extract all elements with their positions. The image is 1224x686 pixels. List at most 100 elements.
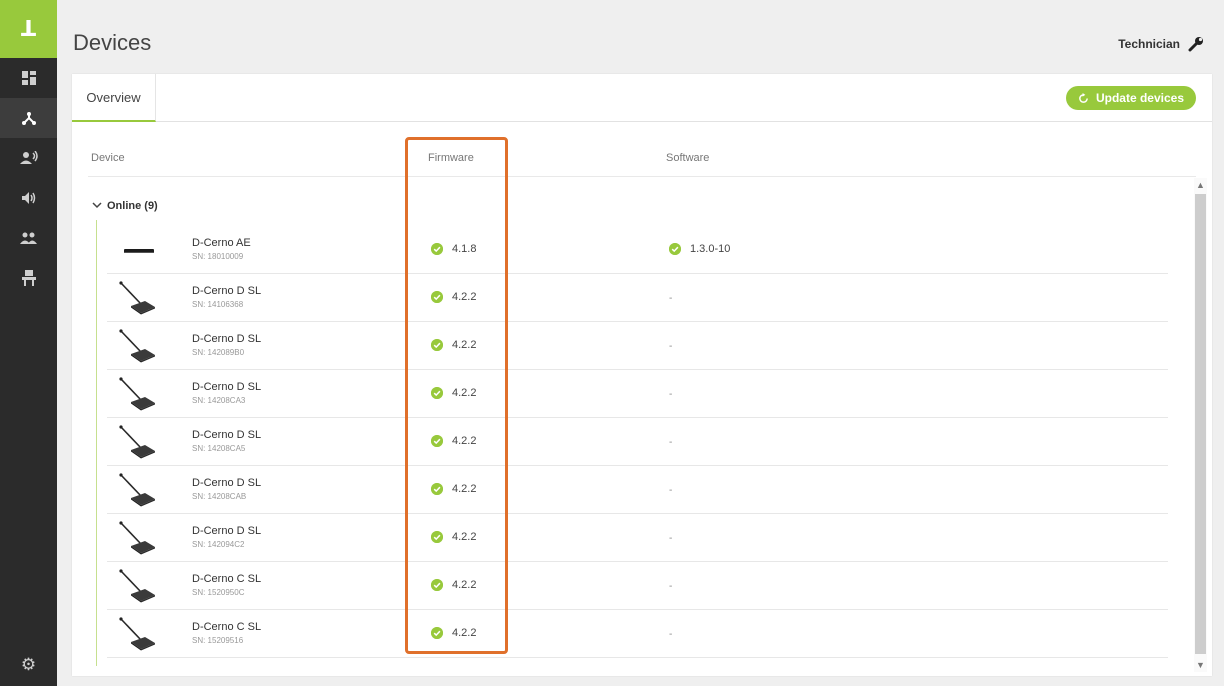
microphone-image: [117, 328, 161, 364]
device-name: D-Cerno D SL: [192, 429, 262, 441]
device-name: D-Cerno AE: [192, 237, 251, 249]
check-icon: [431, 387, 443, 399]
firmware-cell: 4.2.2: [431, 435, 476, 447]
check-icon: [669, 243, 681, 255]
tab-bar: Overview Update devices: [72, 74, 1212, 122]
column-header-firmware[interactable]: Firmware: [428, 152, 474, 164]
wrench-icon: [1188, 37, 1203, 52]
firmware-version: 4.2.2: [452, 339, 477, 351]
firmware-cell: 4.2.2: [431, 627, 476, 639]
microphone-image: [117, 520, 161, 556]
logo-icon[interactable]: ꓕ: [0, 0, 57, 58]
device-name: D-Cerno D SL: [192, 285, 262, 297]
check-icon: [431, 291, 443, 303]
table-row[interactable]: D-Cerno D SL SN: 14208CA5 4.2.2 -: [107, 418, 1168, 466]
device-name: D-Cerno C SL: [192, 621, 262, 633]
check-icon: [431, 339, 443, 351]
microphone-image: [117, 616, 161, 652]
header-divider: [88, 176, 1196, 177]
check-icon: [431, 531, 443, 543]
software-version: -: [669, 293, 673, 304]
user-role: Technician: [1118, 37, 1180, 51]
microphone-image: [117, 280, 161, 316]
check-icon: [431, 243, 443, 255]
microphone-image: [117, 472, 161, 508]
device-serial: SN: 142094C2: [192, 540, 245, 549]
firmware-version: 4.2.2: [452, 291, 477, 303]
microphone-image: [117, 376, 161, 412]
device-serial: SN: 14106368: [192, 300, 244, 309]
table-row[interactable]: D-Cerno D SL SN: 142094C2 4.2.2 -: [107, 514, 1168, 562]
dashboard-icon[interactable]: [0, 58, 57, 98]
tab-overview[interactable]: Overview: [72, 74, 156, 122]
sidebar: ꓕ ⚙: [0, 0, 57, 686]
update-devices-label: Update devices: [1095, 91, 1185, 105]
devices-panel: Overview Update devices Device Firmware …: [72, 74, 1212, 676]
firmware-cell: 4.2.2: [431, 531, 476, 543]
network-icon[interactable]: [0, 98, 57, 138]
users-icon[interactable]: [0, 218, 57, 258]
software-version: -: [669, 341, 673, 352]
check-icon: [431, 627, 443, 639]
device-serial: SN: 142089B0: [192, 348, 245, 357]
device-serial: SN: 14208CA3: [192, 396, 246, 405]
software-version: 1.3.0-10: [690, 243, 731, 255]
check-icon: [431, 483, 443, 495]
firmware-version: 4.2.2: [452, 579, 477, 591]
firmware-cell: 4.2.2: [431, 387, 476, 399]
scrollbar[interactable]: ▲ ▼: [1194, 178, 1207, 672]
scroll-up-icon[interactable]: ▲: [1194, 178, 1207, 192]
software-version: -: [669, 581, 673, 592]
group-label: Online (9): [107, 200, 158, 212]
firmware-cell: 4.2.2: [431, 483, 476, 495]
table-row[interactable]: D-Cerno D SL SN: 14208CAB 4.2.2 -: [107, 466, 1168, 514]
software-version: -: [669, 629, 673, 640]
table-row[interactable]: D-Cerno AE SN: 18010009 4.1.8 1.3.0-10: [107, 226, 1168, 274]
check-icon: [431, 579, 443, 591]
table-row[interactable]: D-Cerno D SL SN: 142089B0 4.2.2 -: [107, 322, 1168, 370]
scrollbar-thumb[interactable]: [1195, 194, 1206, 654]
audio-icon[interactable]: [0, 178, 57, 218]
software-version: -: [669, 437, 673, 448]
software-version: -: [669, 533, 673, 544]
firmware-cell: 4.2.2: [431, 339, 476, 351]
seat-icon[interactable]: [0, 258, 57, 298]
settings-icon[interactable]: ⚙: [0, 648, 57, 682]
device-name: D-Cerno D SL: [192, 381, 262, 393]
microphone-image: [117, 424, 161, 460]
table-row[interactable]: D-Cerno C SL SN: 1520950C 4.2.2 -: [107, 562, 1168, 610]
software-version: -: [669, 389, 673, 400]
software-version: -: [669, 485, 673, 496]
scroll-down-icon[interactable]: ▼: [1194, 658, 1207, 672]
refresh-icon: [1079, 92, 1088, 103]
column-header-software[interactable]: Software: [666, 152, 709, 164]
update-devices-button[interactable]: Update devices: [1066, 86, 1196, 110]
chevron-down-icon: [92, 200, 102, 212]
firmware-cell: 4.1.8: [431, 243, 476, 255]
device-name: D-Cerno C SL: [192, 573, 262, 585]
device-name: D-Cerno D SL: [192, 477, 262, 489]
firmware-version: 4.2.2: [452, 531, 477, 543]
firmware-version: 4.1.8: [452, 243, 477, 255]
microphone-image: [117, 568, 161, 604]
participants-icon[interactable]: [0, 138, 57, 178]
firmware-version: 4.2.2: [452, 435, 477, 447]
check-icon: [431, 435, 443, 447]
firmware-version: 4.2.2: [452, 483, 477, 495]
column-header-device[interactable]: Device: [91, 152, 125, 164]
firmware-cell: 4.2.2: [431, 291, 476, 303]
device-unit-image: [117, 232, 161, 268]
table-row[interactable]: D-Cerno C SL SN: 15209516 4.2.2 -: [107, 610, 1168, 658]
table-row[interactable]: D-Cerno D SL SN: 14208CA3 4.2.2 -: [107, 370, 1168, 418]
user-menu[interactable]: Technician: [1118, 36, 1204, 52]
device-serial: SN: 14208CAB: [192, 492, 247, 501]
device-list: D-Cerno AE SN: 18010009 4.1.8 1.3.0-10 D…: [107, 226, 1168, 658]
group-toggle-online[interactable]: Online (9): [92, 200, 158, 212]
table-row[interactable]: D-Cerno D SL SN: 14106368 4.2.2 -: [107, 274, 1168, 322]
device-serial: SN: 1520950C: [192, 588, 245, 597]
firmware-version: 4.2.2: [452, 627, 477, 639]
software-cell: 1.3.0-10: [669, 243, 730, 255]
firmware-version: 4.2.2: [452, 387, 477, 399]
firmware-cell: 4.2.2: [431, 579, 476, 591]
page-title: Devices: [73, 30, 152, 55]
